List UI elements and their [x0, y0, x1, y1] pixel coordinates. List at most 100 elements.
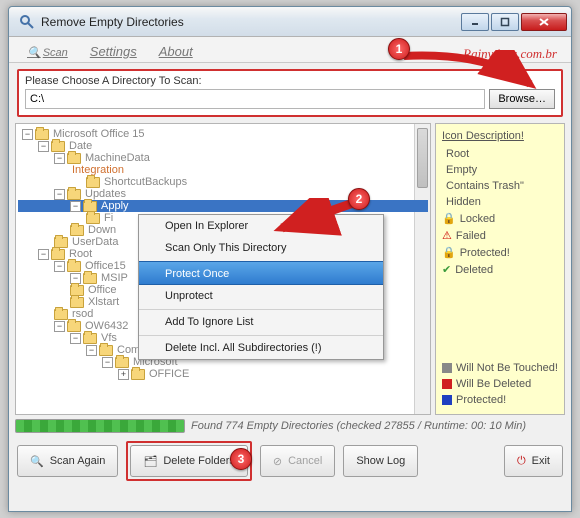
- legend-failed: ⚠Failed: [442, 227, 558, 244]
- folder-icon: [70, 225, 84, 236]
- tree-toggle[interactable]: −: [54, 261, 65, 272]
- legend-deleted: ✔Deleted: [442, 261, 558, 278]
- tree-toggle[interactable]: −: [86, 345, 97, 356]
- warning-icon: ⚠: [442, 229, 452, 242]
- close-button[interactable]: [521, 13, 567, 31]
- app-icon: [19, 14, 35, 30]
- tree-toggle[interactable]: −: [102, 357, 113, 368]
- tree-toggle[interactable]: +: [118, 369, 129, 380]
- lock-icon: 🔒: [442, 212, 456, 225]
- progress-bar: [15, 419, 185, 433]
- folder-icon: [99, 345, 113, 356]
- main-area: −Microsoft Office 15 −Date −MachineData …: [15, 123, 565, 415]
- window-title: Remove Empty Directories: [41, 15, 461, 29]
- exit-button[interactable]: ⏻Exit: [504, 445, 563, 477]
- folder-icon: [35, 129, 49, 140]
- minimize-button[interactable]: [461, 13, 489, 31]
- swatch-blue: [442, 395, 452, 405]
- legend-panel: Icon Description! Root Empty Contains Tr…: [435, 123, 565, 415]
- titlebar: Remove Empty Directories: [9, 7, 571, 37]
- tab-scan-label: Scan: [43, 47, 68, 59]
- legend-trash: Contains Trash": [442, 178, 558, 194]
- tree-node[interactable]: Xlstart: [86, 296, 121, 308]
- tree-toggle[interactable]: −: [54, 321, 65, 332]
- folder-icon: [70, 285, 84, 296]
- status-text: Found 774 Empty Directories (checked 278…: [191, 420, 526, 432]
- annotation-badge-3: 3: [230, 448, 252, 470]
- trash-icon: 🗂: [143, 455, 157, 468]
- folder-icon: [51, 141, 65, 152]
- show-log-button[interactable]: Show Log: [343, 445, 418, 477]
- tree-toggle[interactable]: −: [70, 201, 81, 212]
- search-icon: 🔍: [27, 47, 41, 59]
- legend-root: Root: [442, 146, 558, 162]
- folder-icon: [115, 357, 129, 368]
- tree-node[interactable]: OFFICE: [147, 368, 191, 380]
- annotation-badge-1: 1: [388, 38, 410, 60]
- tree-node[interactable]: ShortcutBackups: [102, 176, 189, 188]
- directory-tree[interactable]: −Microsoft Office 15 −Date −MachineData …: [15, 123, 431, 415]
- status-bar: Found 774 Empty Directories (checked 278…: [15, 419, 565, 433]
- tree-node[interactable]: Down: [86, 224, 118, 236]
- swatch-red: [442, 379, 452, 389]
- folder-icon: [67, 261, 81, 272]
- folder-icon: [70, 297, 84, 308]
- ctx-add-ignore[interactable]: Add To Ignore List: [139, 309, 383, 333]
- search-icon: 🔍: [30, 455, 44, 468]
- cancel-icon: ⊘: [273, 455, 282, 468]
- tree-node[interactable]: Microsoft Office 15: [51, 128, 147, 140]
- tree-toggle[interactable]: −: [54, 189, 65, 200]
- tree-toggle[interactable]: −: [70, 273, 81, 284]
- lock-icon: 🔒: [442, 246, 456, 259]
- tab-settings[interactable]: Settings: [80, 40, 147, 62]
- tree-toggle[interactable]: −: [54, 153, 65, 164]
- legend-locked: 🔒Locked: [442, 210, 558, 227]
- maximize-button[interactable]: [491, 13, 519, 31]
- folder-icon: [54, 309, 68, 320]
- folder-icon: [131, 369, 145, 380]
- legend-title: Icon Description!: [442, 130, 558, 142]
- legend-hidden: Hidden: [442, 194, 558, 210]
- button-row: 🔍Scan Again 🗂Delete Folders ⊘Cancel Show…: [9, 435, 571, 489]
- legend-protected: 🔒Protected!: [442, 244, 558, 261]
- tab-about[interactable]: About: [149, 40, 203, 62]
- legend-will-delete: Will Be Deleted: [442, 376, 558, 392]
- tab-scan[interactable]: 🔍Scan: [17, 40, 78, 62]
- folder-icon: [51, 249, 65, 260]
- exit-icon: ⏻: [517, 455, 526, 468]
- legend-empty: Empty: [442, 162, 558, 178]
- check-icon: ✔: [442, 263, 451, 276]
- folder-icon: [54, 237, 68, 248]
- scan-again-button[interactable]: 🔍Scan Again: [17, 445, 118, 477]
- folder-icon: [86, 213, 100, 224]
- ctx-delete-all[interactable]: Delete Incl. All Subdirectories (!): [139, 335, 383, 359]
- tree-node[interactable]: UserData: [70, 236, 120, 248]
- tree-toggle[interactable]: −: [38, 141, 49, 152]
- folder-icon: [67, 321, 81, 332]
- folder-icon: [67, 189, 81, 200]
- ctx-scan-only[interactable]: Scan Only This Directory: [139, 237, 383, 259]
- tree-node[interactable]: Office: [86, 284, 119, 296]
- swatch-gray: [442, 363, 452, 373]
- window-buttons: [461, 13, 567, 31]
- legend-untouched: Will Not Be Touched!: [442, 360, 558, 376]
- tree-toggle[interactable]: −: [38, 249, 49, 260]
- tree-node[interactable]: Integration: [70, 164, 126, 176]
- folder-icon: [86, 177, 100, 188]
- tree-node[interactable]: MachineData: [83, 152, 152, 164]
- legend-protected2: Protected!: [442, 392, 558, 408]
- folder-icon: [83, 333, 97, 344]
- tree-node-selected[interactable]: Apply: [99, 200, 131, 212]
- tree-node[interactable]: Fi: [102, 212, 115, 224]
- tree-toggle[interactable]: −: [22, 129, 33, 140]
- tree-node[interactable]: MSIP: [99, 272, 130, 284]
- ctx-unprotect[interactable]: Unprotect: [139, 285, 383, 307]
- folder-icon: [83, 273, 97, 284]
- folder-icon: [83, 201, 97, 212]
- ctx-protect-once[interactable]: Protect Once: [139, 261, 383, 285]
- cancel-button[interactable]: ⊘Cancel: [260, 445, 335, 477]
- tree-toggle[interactable]: −: [70, 333, 81, 344]
- annotation-badge-2: 2: [348, 188, 370, 210]
- folder-icon: [67, 153, 81, 164]
- annotation-arrow-1: [398, 50, 548, 100]
